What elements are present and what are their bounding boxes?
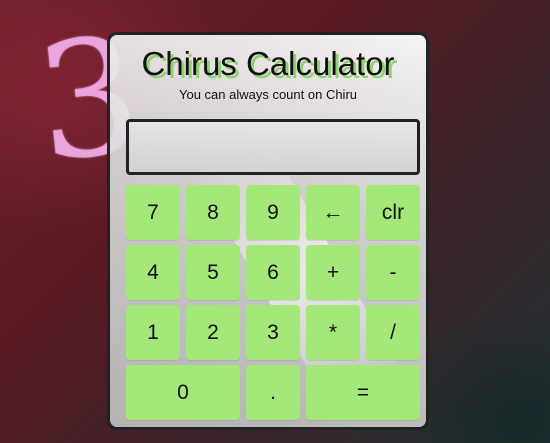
digit-0-button[interactable]: 0 <box>126 365 240 420</box>
calculator-title: Chirus Calculator <box>141 45 395 82</box>
digit-3-button[interactable]: 3 <box>246 305 300 360</box>
digit-8-button[interactable]: 8 <box>186 185 240 240</box>
digit-1-button[interactable]: 1 <box>126 305 180 360</box>
digit-2-button[interactable]: 2 <box>186 305 240 360</box>
plus-button[interactable]: + <box>306 245 360 300</box>
digit-6-button[interactable]: 6 <box>246 245 300 300</box>
digit-7-button[interactable]: 7 <box>126 185 180 240</box>
multiply-button[interactable]: * <box>306 305 360 360</box>
minus-button[interactable]: - <box>366 245 420 300</box>
decimal-button[interactable]: . <box>246 365 300 420</box>
calculator-panel: Chirus Calculator You can always count o… <box>107 32 429 430</box>
backspace-button[interactable]: ← <box>306 185 360 240</box>
divide-button[interactable]: / <box>366 305 420 360</box>
equals-button[interactable]: = <box>306 365 420 420</box>
clear-button[interactable]: clr <box>366 185 420 240</box>
calculator-subtitle: You can always count on Chiru <box>178 87 358 102</box>
calculator-display <box>126 119 420 175</box>
digit-5-button[interactable]: 5 <box>186 245 240 300</box>
digit-9-button[interactable]: 9 <box>246 185 300 240</box>
digit-4-button[interactable]: 4 <box>126 245 180 300</box>
